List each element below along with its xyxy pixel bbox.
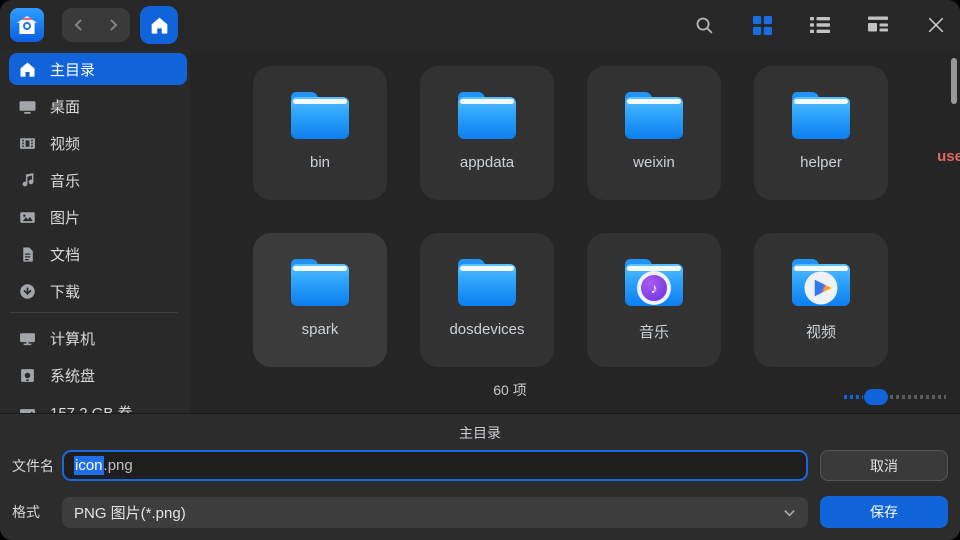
forward-button[interactable] — [101, 13, 125, 37]
downloads-icon — [19, 283, 36, 300]
sidebar-list: 主目录 桌面 视频 音乐 图片 文档 下载 计算机 系统盘 157.2 GB 卷 — [0, 53, 190, 413]
music-note-badge-icon — [637, 271, 671, 305]
search-button[interactable] — [692, 13, 716, 37]
desktop-icon — [19, 98, 36, 115]
folder-tile[interactable]: bin — [253, 66, 387, 200]
folder-icon — [625, 259, 683, 306]
folder-tile[interactable]: 视频 — [754, 233, 888, 367]
clipped-filename-text: use — [937, 148, 960, 165]
file-manager-logo — [17, 16, 37, 34]
save-button[interactable]: 保存 — [820, 496, 948, 528]
home-icon — [150, 16, 169, 35]
chevron-right-icon — [106, 18, 120, 32]
pictures-icon — [19, 209, 36, 226]
play-badge-icon — [805, 272, 838, 305]
cancel-button[interactable]: 取消 — [820, 450, 948, 481]
folder-grid: bin appdata weixin helper spark — [253, 66, 888, 367]
format-value: PNG 图片(*.png) — [74, 502, 186, 523]
chevron-down-icon — [783, 506, 796, 519]
folder-icon — [792, 259, 850, 306]
folder-name: spark — [302, 321, 339, 338]
slider-handle[interactable] — [864, 389, 888, 405]
folder-icon — [291, 259, 349, 306]
sidebar-item-desktop[interactable]: 桌面 — [9, 90, 187, 122]
titlebar-actions — [692, 0, 948, 50]
sidebar-item-videos[interactable]: 视频 — [9, 127, 187, 159]
folder-name: 音乐 — [639, 321, 669, 342]
folder-name: helper — [800, 154, 842, 171]
filename-label: 文件名 — [12, 456, 62, 476]
sidebar-item-system-disk[interactable]: 系统盘 — [9, 359, 187, 391]
filename-extension-text: .png — [104, 457, 133, 474]
folder-icon — [458, 259, 516, 306]
icon-size-slider[interactable] — [844, 389, 946, 405]
list-view-button[interactable] — [808, 13, 832, 37]
folder-icon — [458, 92, 516, 139]
folder-icon — [792, 92, 850, 139]
chevron-left-icon — [72, 18, 86, 32]
sidebar-item-documents[interactable]: 文档 — [9, 238, 187, 270]
slider-track-empty — [890, 395, 946, 399]
grid-view-icon — [753, 16, 772, 35]
folder-tile[interactable]: dosdevices — [420, 233, 554, 367]
folder-name: 视频 — [806, 321, 836, 342]
filename-input[interactable]: icon.png — [62, 450, 808, 481]
sidebar: 主目录 桌面 视频 音乐 图片 文档 下载 计算机 系统盘 157.2 GB 卷 — [0, 50, 190, 413]
volume-icon — [19, 404, 36, 414]
nav-group — [62, 8, 130, 42]
titlebar — [0, 0, 960, 50]
scrollbar-thumb[interactable] — [951, 58, 957, 104]
search-icon — [694, 15, 715, 36]
folder-tile[interactable]: helper — [754, 66, 888, 200]
computer-icon — [19, 330, 36, 347]
save-panel: 主目录 文件名 icon.png 取消 格式 PNG 图片(*.png) 保存 — [0, 413, 960, 540]
sidebar-item-music[interactable]: 音乐 — [9, 164, 187, 196]
sidebar-item-computer[interactable]: 计算机 — [9, 322, 187, 354]
sidebar-item-volume[interactable]: 157.2 GB 卷 — [9, 396, 187, 413]
folder-tile[interactable]: appdata — [420, 66, 554, 200]
folder-icon — [291, 92, 349, 139]
folder-name: dosdevices — [449, 321, 524, 338]
grid-view-button[interactable] — [750, 13, 774, 37]
folder-name: appdata — [460, 154, 514, 171]
sidebar-item-downloads[interactable]: 下载 — [9, 275, 187, 307]
app-logo-icon — [10, 8, 44, 42]
folder-tile[interactable]: weixin — [587, 66, 721, 200]
sidebar-item-home[interactable]: 主目录 — [9, 53, 187, 85]
folder-name: weixin — [633, 154, 675, 171]
documents-icon — [19, 246, 36, 263]
format-label: 格式 — [12, 502, 62, 522]
list-view-icon — [810, 15, 830, 35]
item-count: 60 项 — [493, 380, 526, 400]
filename-selected-text: icon — [74, 456, 104, 475]
sidebar-item-pictures[interactable]: 图片 — [9, 201, 187, 233]
home-button[interactable] — [140, 6, 178, 44]
format-select[interactable]: PNG 图片(*.png) — [62, 497, 808, 528]
main-body: 主目录 桌面 视频 音乐 图片 文档 下载 计算机 系统盘 157.2 GB 卷 — [0, 50, 960, 413]
back-button[interactable] — [67, 13, 91, 37]
file-save-dialog: 主目录 桌面 视频 音乐 图片 文档 下载 计算机 系统盘 157.2 GB 卷 — [0, 0, 960, 540]
slider-track-filled — [844, 395, 863, 399]
folder-icon — [625, 92, 683, 139]
folder-tile[interactable]: spark — [253, 233, 387, 367]
current-location: 主目录 — [0, 414, 960, 443]
close-button[interactable] — [924, 13, 948, 37]
close-icon — [927, 16, 945, 34]
videos-icon — [19, 135, 36, 152]
music-icon — [19, 172, 36, 189]
folder-tile[interactable]: 音乐 — [587, 233, 721, 367]
file-grid-area: bin appdata weixin helper spark — [190, 50, 960, 413]
system-disk-icon — [19, 367, 36, 384]
detail-view-icon — [868, 15, 888, 35]
sidebar-separator — [10, 312, 178, 313]
detail-view-button[interactable] — [866, 13, 890, 37]
home-icon — [19, 61, 36, 78]
folder-name: bin — [310, 154, 330, 171]
